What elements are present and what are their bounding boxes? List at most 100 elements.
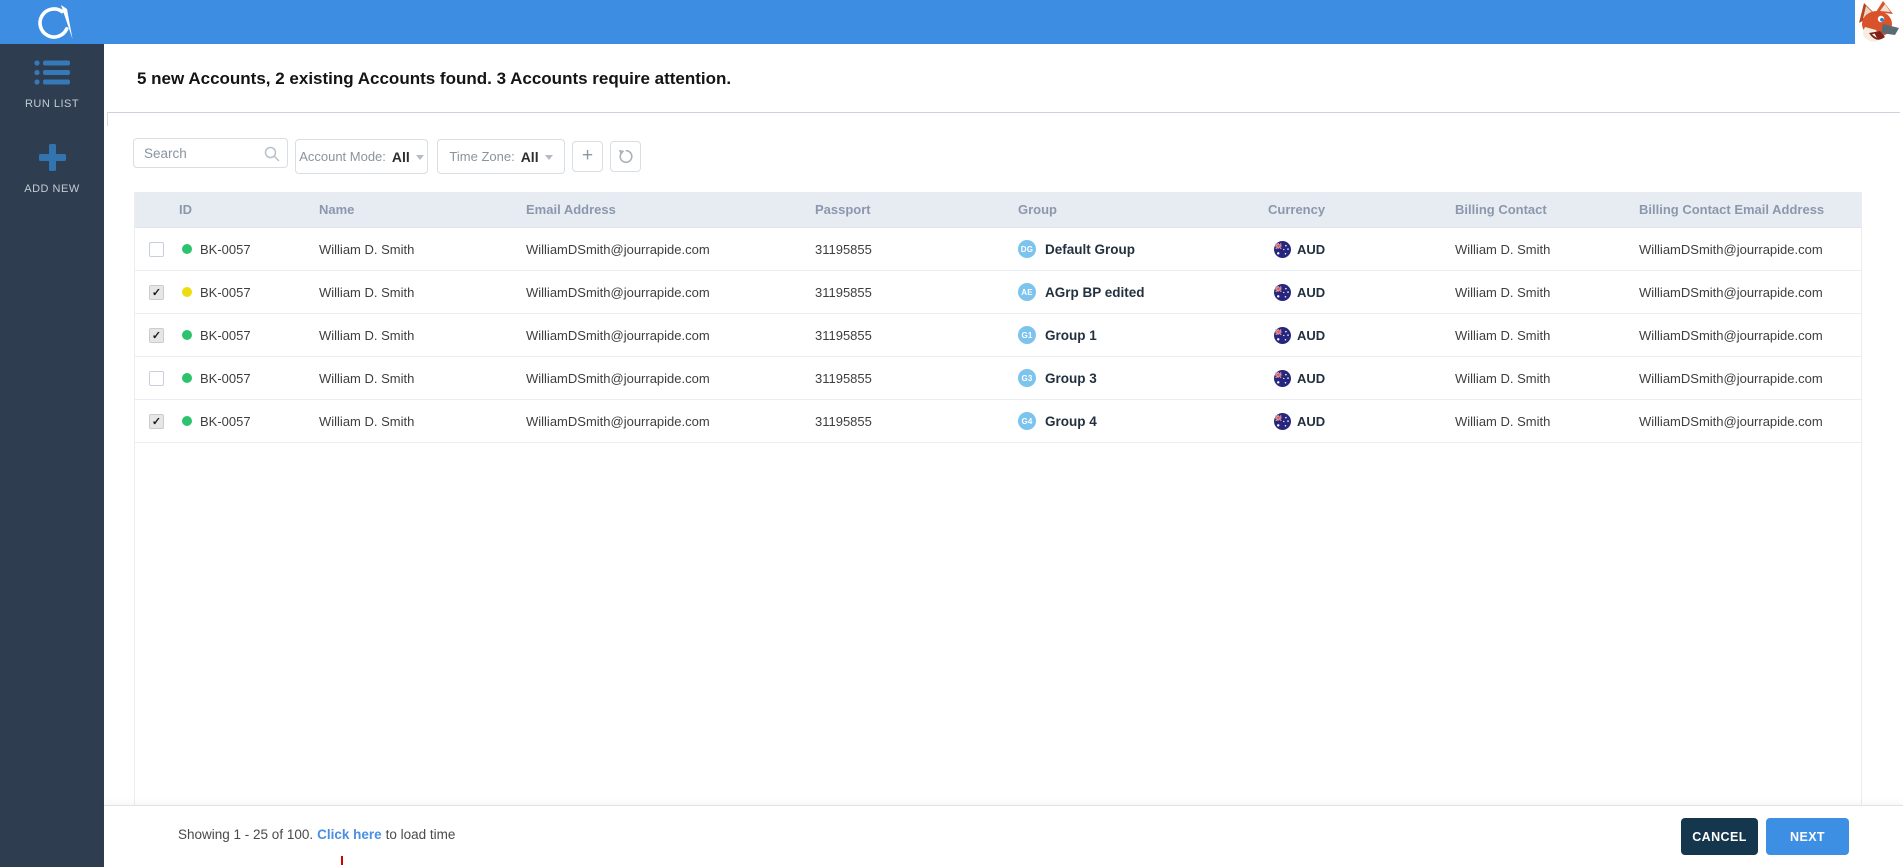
currency-code: AUD	[1297, 371, 1325, 386]
billing-email: WilliamDSmith@jourrapide.com	[1639, 242, 1863, 257]
billing-contact: William D. Smith	[1455, 285, 1639, 300]
load-time-text: to load time	[386, 827, 456, 842]
column-header-currency: Currency	[1268, 202, 1455, 217]
accounts-table: ID Name Email Address Passport Group Cur…	[134, 192, 1862, 805]
row-checkbox[interactable]	[149, 242, 164, 257]
summary-message: 5 new Accounts, 2 existing Accounts foun…	[137, 69, 731, 89]
column-header-passport: Passport	[815, 202, 1018, 217]
showing-text: Showing 1 - 25 of 100.	[178, 827, 313, 842]
australia-flag-icon	[1274, 327, 1291, 344]
group-badge: G4	[1018, 412, 1036, 430]
group-badge: G1	[1018, 326, 1036, 344]
billing-email: WilliamDSmith@jourrapide.com	[1639, 285, 1863, 300]
text-cursor-artifact	[341, 856, 343, 865]
account-name: William D. Smith	[319, 285, 526, 300]
currency-code: AUD	[1297, 285, 1325, 300]
account-passport: 31195855	[815, 328, 1018, 343]
row-checkbox[interactable]: ✓	[149, 328, 164, 343]
column-header-billing-contact: Billing Contact	[1455, 202, 1639, 217]
click-here-link[interactable]: Click here	[317, 827, 382, 842]
group-badge: G3	[1018, 369, 1036, 387]
account-mode-dropdown[interactable]: Account Mode: All	[295, 139, 428, 174]
sidebar-item-label: RUN LIST	[0, 98, 104, 110]
account-id: BK-0057	[200, 371, 251, 386]
account-name: William D. Smith	[319, 414, 526, 429]
billing-email: WilliamDSmith@jourrapide.com	[1639, 371, 1863, 386]
account-name: William D. Smith	[319, 371, 526, 386]
account-passport: 31195855	[815, 242, 1018, 257]
table-row: ✓ BK-0057 William D. Smith WilliamDSmith…	[135, 314, 1861, 357]
top-bar	[0, 0, 1855, 44]
row-checkbox[interactable]: ✓	[149, 285, 164, 300]
header-divider	[107, 112, 1900, 113]
account-name: William D. Smith	[319, 242, 526, 257]
billing-contact: William D. Smith	[1455, 328, 1639, 343]
table-row: BK-0057 William D. Smith WilliamDSmith@j…	[135, 357, 1861, 400]
table-row: ✓ BK-0057 William D. Smith WilliamDSmith…	[135, 400, 1861, 443]
refresh-icon	[617, 148, 634, 165]
search-input[interactable]	[134, 139, 252, 167]
search-icon	[264, 146, 280, 162]
group-name: Group 1	[1045, 328, 1097, 343]
account-email: WilliamDSmith@jourrapide.com	[526, 328, 815, 343]
status-dot	[182, 416, 192, 426]
header-divider-tick	[107, 112, 108, 126]
pagination-status: Showing 1 - 25 of 100. Click here to loa…	[178, 827, 455, 842]
group-name: Default Group	[1045, 242, 1135, 257]
column-header-email: Email Address	[526, 202, 815, 217]
column-header-id: ID	[135, 202, 319, 217]
billing-contact: William D. Smith	[1455, 371, 1639, 386]
table-row: BK-0057 William D. Smith WilliamDSmith@j…	[135, 228, 1861, 271]
search-box	[133, 138, 288, 168]
account-email: WilliamDSmith@jourrapide.com	[526, 371, 815, 386]
account-name: William D. Smith	[319, 328, 526, 343]
sidebar: RUN LIST ADD NEW	[0, 44, 104, 867]
currency-code: AUD	[1297, 328, 1325, 343]
status-dot	[182, 244, 192, 254]
footer-bar: Showing 1 - 25 of 100. Click here to loa…	[104, 805, 1903, 867]
add-new-plus-icon	[39, 144, 66, 171]
sidebar-item-run-list[interactable]: RUN LIST	[0, 59, 104, 110]
status-dot	[182, 330, 192, 340]
account-passport: 31195855	[815, 285, 1018, 300]
time-zone-dropdown[interactable]: Time Zone: All	[437, 139, 565, 174]
row-checkbox[interactable]	[149, 371, 164, 386]
currency-code: AUD	[1297, 414, 1325, 429]
account-email: WilliamDSmith@jourrapide.com	[526, 285, 815, 300]
time-zone-value: All	[521, 149, 539, 165]
account-id: BK-0057	[200, 242, 251, 257]
group-name: AGrp BP edited	[1045, 285, 1145, 300]
account-email: WilliamDSmith@jourrapide.com	[526, 242, 815, 257]
sidebar-item-add-new[interactable]: ADD NEW	[0, 144, 104, 195]
chevron-down-icon	[545, 155, 553, 160]
australia-flag-icon	[1274, 370, 1291, 387]
billing-email: WilliamDSmith@jourrapide.com	[1639, 328, 1863, 343]
table-header-row: ID Name Email Address Passport Group Cur…	[135, 192, 1861, 228]
group-name: Group 3	[1045, 371, 1097, 386]
sidebar-item-label: ADD NEW	[0, 183, 104, 195]
app-logo[interactable]	[0, 0, 104, 44]
australia-flag-icon	[1274, 241, 1291, 258]
account-id: BK-0057	[200, 328, 251, 343]
row-checkbox[interactable]: ✓	[149, 414, 164, 429]
account-id: BK-0057	[200, 285, 251, 300]
column-header-group: Group	[1018, 202, 1268, 217]
cancel-button[interactable]: CANCEL	[1681, 818, 1758, 855]
billing-contact: William D. Smith	[1455, 414, 1639, 429]
billing-contact: William D. Smith	[1455, 242, 1639, 257]
table-body: BK-0057 William D. Smith WilliamDSmith@j…	[135, 228, 1861, 443]
next-button[interactable]: NEXT	[1766, 818, 1849, 855]
group-badge: DG	[1018, 240, 1036, 258]
group-name: Group 4	[1045, 414, 1097, 429]
currency-code: AUD	[1297, 242, 1325, 257]
run-list-icon	[34, 59, 70, 86]
chevron-down-icon	[416, 155, 424, 160]
australia-flag-icon	[1274, 413, 1291, 430]
billing-email: WilliamDSmith@jourrapide.com	[1639, 414, 1863, 429]
add-filter-button[interactable]: +	[572, 141, 603, 172]
group-badge: AE	[1018, 283, 1036, 301]
account-mode-label: Account Mode:	[299, 149, 386, 164]
refresh-button[interactable]	[610, 141, 641, 172]
account-passport: 31195855	[815, 414, 1018, 429]
table-row: ✓ BK-0057 William D. Smith WilliamDSmith…	[135, 271, 1861, 314]
